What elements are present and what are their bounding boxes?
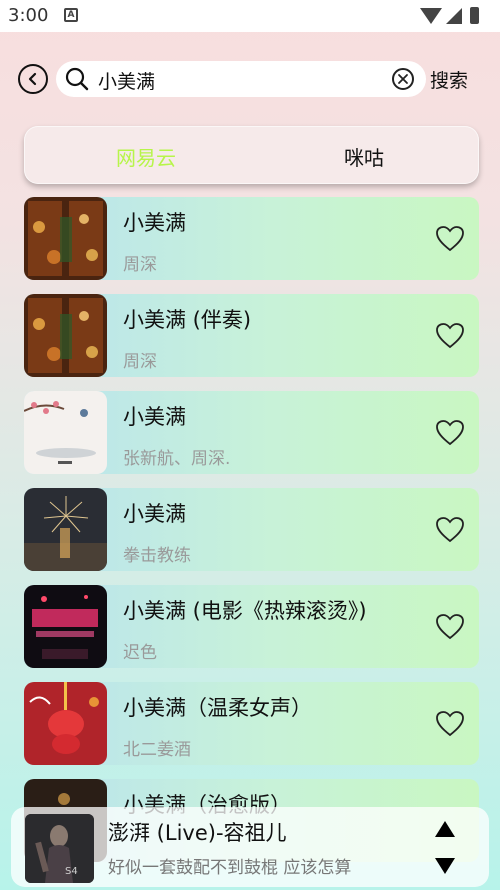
- song-row[interactable]: 小美满 拳击教练: [24, 488, 479, 571]
- album-cover: [24, 682, 107, 765]
- search-icon: [65, 67, 89, 91]
- tab-migu[interactable]: 咪咕: [344, 142, 384, 171]
- heart-icon[interactable]: [435, 516, 465, 544]
- album-cover: [24, 197, 107, 280]
- album-cover: [24, 294, 107, 377]
- search-button[interactable]: 搜索: [430, 66, 468, 93]
- wifi-icon: [420, 8, 442, 24]
- status-bar: 3:00 A: [0, 0, 500, 32]
- song-title: 小美满: [123, 405, 186, 429]
- song-artist: 周深: [123, 352, 157, 372]
- now-playing-cover: S4: [25, 814, 94, 883]
- song-row[interactable]: 小美满（温柔女声） 北二姜酒: [24, 682, 479, 765]
- signal-icon: [446, 8, 462, 24]
- mini-player[interactable]: S4 澎湃 (Live)-容祖儿 好似一套鼓配不到鼓棍 应该怎算: [11, 807, 489, 887]
- song-title: 小美满（温柔女声）: [123, 696, 312, 720]
- search-input[interactable]: 小美满: [98, 67, 155, 94]
- song-row[interactable]: 小美满 (伴奏) 周深: [24, 294, 479, 377]
- clear-search-button[interactable]: [392, 68, 414, 90]
- album-cover: [24, 585, 107, 668]
- heart-icon[interactable]: [435, 225, 465, 253]
- song-title: 小美满 (电影《热辣滚烫》): [123, 599, 367, 623]
- song-row[interactable]: 小美满 周深: [24, 197, 479, 280]
- heart-icon[interactable]: [435, 710, 465, 738]
- back-button[interactable]: [18, 64, 48, 94]
- svg-text:S4: S4: [65, 866, 78, 877]
- song-title: 小美满: [123, 211, 186, 235]
- song-artist: 周深: [123, 255, 157, 275]
- notification-icon: A: [64, 8, 78, 22]
- song-artist: 迟色: [123, 643, 157, 663]
- close-icon: [398, 74, 408, 84]
- next-track-icon[interactable]: [433, 856, 457, 876]
- song-title: 小美满: [123, 502, 186, 526]
- previous-track-icon[interactable]: [433, 819, 457, 839]
- tab-netease[interactable]: 网易云: [116, 142, 176, 171]
- status-time: 3:00: [8, 5, 49, 26]
- song-artist: 拳击教练: [123, 546, 191, 566]
- status-icons: [420, 6, 490, 26]
- chevron-left-icon: [28, 72, 37, 86]
- battery-icon: [470, 7, 479, 24]
- song-row[interactable]: 小美满 (电影《热辣滚烫》) 迟色: [24, 585, 479, 668]
- heart-icon[interactable]: [435, 322, 465, 350]
- now-playing-lyric: 好似一套鼓配不到鼓棍 应该怎算: [108, 858, 352, 878]
- album-cover: [24, 391, 107, 474]
- song-artist: 张新航、周深.: [123, 449, 231, 469]
- heart-icon[interactable]: [435, 419, 465, 447]
- song-row[interactable]: 小美满 张新航、周深.: [24, 391, 479, 474]
- source-tabs: 网易云 咪咕: [24, 126, 479, 184]
- song-title: 小美满 (伴奏): [123, 308, 252, 332]
- search-bar[interactable]: 小美满: [56, 61, 426, 97]
- album-cover: [24, 488, 107, 571]
- now-playing-title: 澎湃 (Live)-容祖儿: [108, 821, 287, 845]
- song-artist: 北二姜酒: [123, 740, 191, 760]
- heart-icon[interactable]: [435, 613, 465, 641]
